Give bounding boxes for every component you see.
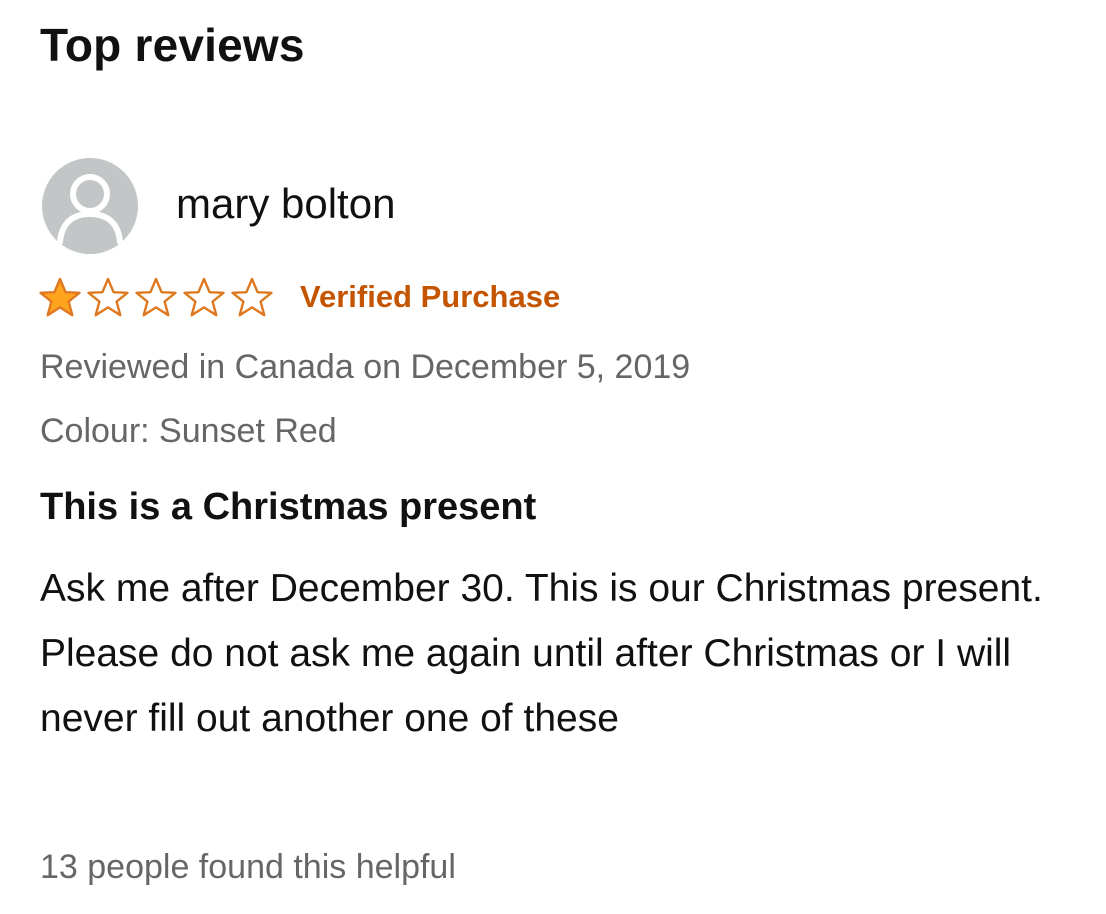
review-date: Reviewed in Canada on December 5, 2019 <box>40 348 691 386</box>
rating-row: Verified Purchase <box>38 276 560 318</box>
star-rating[interactable] <box>38 276 278 318</box>
verified-purchase-badge[interactable]: Verified Purchase <box>300 279 560 315</box>
helpful-count: 13 people found this helpful <box>40 848 456 886</box>
star-empty-icon <box>135 277 177 317</box>
reviewer-profile[interactable]: mary bolton <box>42 158 395 254</box>
review-title: This is a Christmas present <box>40 486 537 528</box>
star-empty-icon <box>183 277 225 317</box>
reviewer-name[interactable]: mary bolton <box>176 180 395 228</box>
avatar[interactable] <box>42 158 138 254</box>
star-empty-icon <box>231 277 273 317</box>
product-variant: Colour: Sunset Red <box>40 412 337 450</box>
star-filled-icon <box>39 277 81 317</box>
review-body: Ask me after December 30. This is our Ch… <box>40 567 1043 740</box>
star-empty-icon <box>87 277 129 317</box>
section-title: Top reviews <box>40 19 305 71</box>
reviews-section: Top reviews mary bolton Verified Purchas… <box>0 0 1106 914</box>
user-silhouette-icon <box>57 174 123 245</box>
